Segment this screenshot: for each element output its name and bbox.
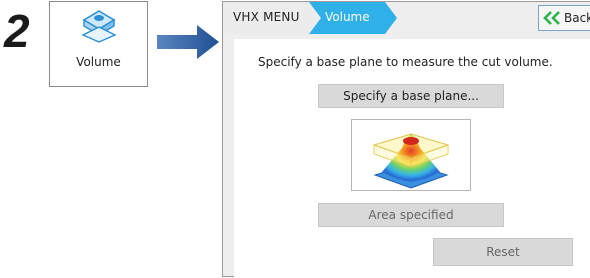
breadcrumb-volume-label: Volume: [325, 10, 370, 24]
instruction-text: Specify a base plane to measure the cut …: [258, 55, 553, 69]
area-specified-button[interactable]: Area specified: [318, 203, 504, 227]
double-chevron-left-icon: [543, 11, 560, 25]
breadcrumb-volume[interactable]: Volume: [309, 2, 397, 34]
volume-preview: [351, 119, 471, 191]
breadcrumb-vhx-menu-label: VHX MENU: [233, 10, 300, 24]
breadcrumb: VHX MENU Volume Back: [223, 2, 590, 34]
right-arrow-icon: [157, 25, 219, 59]
volume-panel: VHX MENU Volume Back Specify a base plan…: [222, 1, 590, 278]
volume-tool-tile[interactable]: Volume: [49, 1, 148, 87]
back-button[interactable]: Back: [538, 5, 590, 31]
specify-base-plane-button[interactable]: Specify a base plane...: [318, 84, 504, 108]
back-button-label: Back: [564, 11, 590, 25]
panel-content: Specify a base plane to measure the cut …: [234, 39, 590, 278]
volume-tool-label: Volume: [76, 55, 121, 69]
breadcrumb-vhx-menu[interactable]: VHX MENU: [223, 2, 315, 34]
volume-tool-icon: [81, 10, 117, 43]
volume-3d-preview-icon: [372, 133, 450, 189]
reset-button[interactable]: Reset: [433, 238, 573, 266]
step-number: 2: [4, 5, 30, 57]
